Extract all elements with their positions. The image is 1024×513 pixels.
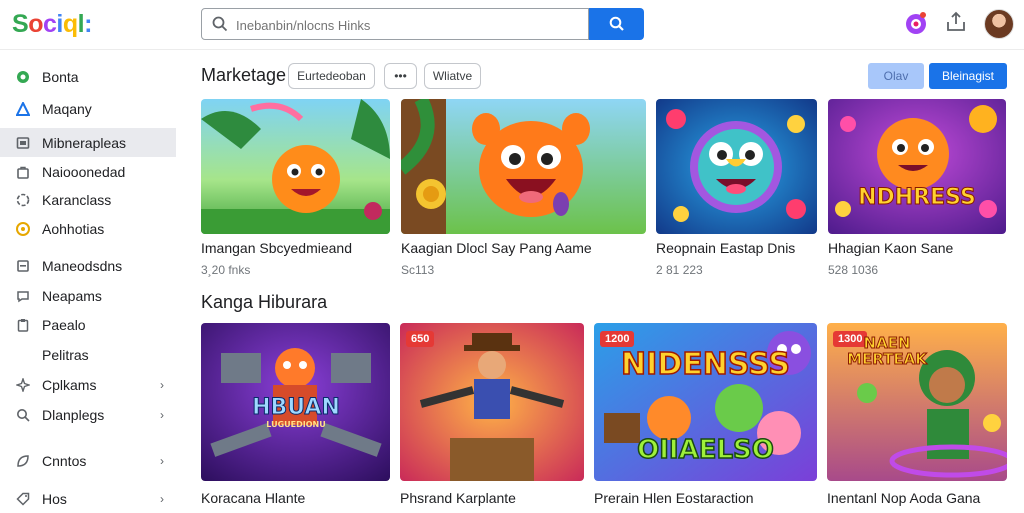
chat-icon [15,288,31,304]
poster-title: NDHRESS [858,185,977,211]
chevron-right-icon[interactable]: › [160,378,164,392]
game-meta: 3¸20 fnks [201,263,251,277]
search-input[interactable] [236,15,576,35]
game-card[interactable]: NDHRESS Hhagian Kaon Sane 528 1036 [828,99,1007,279]
sparkle-icon [15,377,31,393]
triangle-icon [15,101,31,117]
store-icon [15,135,31,151]
game-title: Reopnain Eastap Dnis [656,240,796,256]
game-thumbnail: 1300 NAEN MERTEAK [827,323,1007,481]
sidebar-item-label: Neapams [42,287,102,304]
search-icon [609,16,624,31]
primary-button[interactable]: Bleinagist [929,63,1007,89]
sidebar-item[interactable]: Mibnerapleas [0,128,176,157]
game-title: Koracana Hlante [201,490,306,506]
sidebar-item-label: Pelitras [42,346,89,363]
game-card[interactable]: 1300 NAEN MERTEAK Inentanl Nop Aoda Gana [827,323,1007,512]
green-circle-icon [15,69,31,85]
top-bar: Sociql: [0,0,1024,50]
game-title: Hhagian Kaon Sane [828,240,954,256]
sidebar-item[interactable]: Hos › [0,484,176,513]
sidebar-item-label: Maneodsdns [42,257,123,274]
search-bar [201,8,589,40]
filter-chip-1[interactable]: Eurtedeoban [288,63,375,89]
chevron-right-icon[interactable]: › [160,492,164,506]
price-badge: 1200 [600,331,635,347]
game-title: Kaagian Dlocl Say Pang Aame [401,240,592,256]
more-options-chip[interactable]: ••• [384,63,417,89]
coin-icon [15,221,31,237]
game-meta: Sc113 [401,263,435,277]
notifications-icon[interactable] [905,10,927,36]
sidebar-item-label: Aohhotias [42,220,105,237]
search-button[interactable] [589,8,644,40]
page-title: Marketage [201,65,287,85]
game-thumbnail: NDHRESS [828,99,1006,234]
sidebar-item[interactable]: Maneodsdns [0,251,176,280]
avatar[interactable] [984,9,1014,39]
game-thumbnail [201,99,390,234]
game-card[interactable]: 650 Phsrand Karplante [400,323,584,512]
clipboard-icon [15,317,31,333]
square-icon [15,258,31,274]
sidebar-item[interactable]: Bonta [0,62,176,91]
sidebar-item-label: Dlanplegs [42,406,105,423]
tag-icon [15,491,31,507]
sidebar-item-label: Maqany [42,100,92,117]
filter-chip-2[interactable]: Wliatve [424,63,481,89]
sidebar-item[interactable]: Pelitras [0,340,176,369]
spinner-icon [15,192,31,208]
game-card[interactable]: Kaagian Dlocl Say Pang Aame Sc113 [401,99,646,279]
poster-subtitle: LUGUEDIONU [266,420,326,429]
sidebar-item[interactable]: Neapams [0,281,176,310]
sidebar-item[interactable]: Maqany [0,94,176,123]
sidebar-item[interactable]: Paealo [0,310,176,339]
sidebar-item-label: Cplkams [42,376,97,393]
poster-title: HBUAN [252,395,341,421]
sidebar-item[interactable]: Aohhotias [0,214,176,243]
chevron-right-icon[interactable]: › [160,454,164,468]
sidebar-item[interactable]: Naiooonedad [0,157,176,186]
sidebar-item[interactable]: Cplkams › [0,370,176,399]
game-thumbnail: 1200 NIDENSSS OIIAELSO [594,323,817,481]
sidebar-item[interactable]: Karanclass [0,185,176,214]
sidebar-item-label: Bonta [42,68,79,85]
sidebar-item-label: Paealo [42,316,86,333]
game-title: Phsrand Karplante [400,490,516,506]
poster-title: NAEN MERTEAK [847,334,928,368]
game-title: Inentanl Nop Aoda Gana [827,490,981,506]
sidebar-item-label: Cnntos [42,452,87,469]
sidebar-item-label: Karanclass [42,191,112,208]
game-thumbnail: HBUAN LUGUEDIONU [201,323,390,481]
search-icon [212,16,228,32]
section-title: Kanga Hiburara [201,292,328,312]
poster-subtitle: OIIAELSO [636,434,774,466]
sidebar-item-label: Mibnerapleas [42,134,127,151]
game-thumbnail [401,99,646,234]
game-meta: 2 81 223 [656,263,703,277]
search-icon [15,407,31,423]
sidebar-item-label: Hos [42,490,67,507]
game-title: Prerain Hlen Eostaraction [594,490,754,506]
game-thumbnail [656,99,817,234]
game-thumbnail: 650 [400,323,584,481]
poster-title: NIDENSSS [620,346,790,383]
app-logo[interactable]: Sociql: [12,10,92,39]
game-meta: 528 1036 [828,263,879,277]
game-card[interactable]: Imangan Sbcyedmieand 3¸20 fnks [201,99,391,279]
chevron-right-icon[interactable]: › [160,408,164,422]
game-card[interactable]: HBUAN LUGUEDIONU Koracana Hlante [201,323,390,512]
sidebar-item-label: Naiooonedad [42,163,126,180]
share-icon[interactable] [945,10,967,34]
sidebar-item[interactable]: Cnntos › [0,446,176,475]
game-card[interactable]: 1200 NIDENSSS OIIAELSO Prerain Hlen Eost… [594,323,817,512]
secondary-button[interactable]: Olav [868,63,924,89]
leaf-icon [15,453,31,469]
game-card[interactable]: Reopnain Eastap Dnis 2 81 223 [656,99,817,279]
sidebar-item[interactable]: Dlanplegs › [0,400,176,429]
bag-icon [15,164,31,180]
price-badge: 650 [406,331,435,347]
game-title: Imangan Sbcyedmieand [201,240,352,256]
